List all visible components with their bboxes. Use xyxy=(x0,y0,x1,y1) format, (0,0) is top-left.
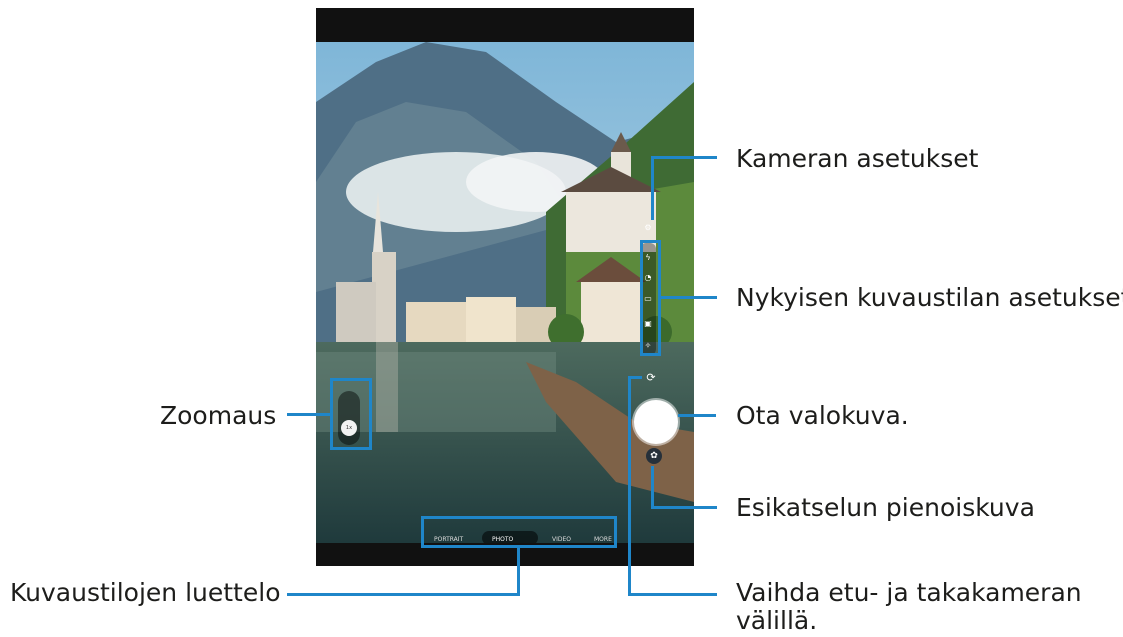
take-photo-line xyxy=(678,414,716,417)
callout-mode-list: Kuvaustilojen luettelo xyxy=(10,578,281,607)
zoom-highlight xyxy=(330,378,372,450)
preview-thumbnail-line-v xyxy=(651,466,654,508)
switch-camera-icon[interactable]: ⟳ xyxy=(644,372,658,386)
switch-camera-line-h2 xyxy=(628,593,717,596)
mode-settings-line xyxy=(661,296,717,299)
preview-thumbnail[interactable]: ✿ xyxy=(646,448,662,464)
settings-icon[interactable]: ⚙ xyxy=(642,222,654,234)
callout-zoom: Zoomaus xyxy=(160,401,277,430)
zoom-line xyxy=(287,413,330,416)
mode-list-highlight xyxy=(421,516,617,548)
callout-switch-camera-line1: Vaihda etu- ja takakameran xyxy=(736,578,1082,607)
callout-switch-camera-line2: välillä. xyxy=(736,606,818,635)
mode-list-line-h xyxy=(287,593,520,596)
callout-take-photo: Ota valokuva. xyxy=(736,401,909,430)
status-bar xyxy=(316,8,694,42)
callout-preview-thumbnail: Esikatselun pienoiskuva xyxy=(736,493,1035,522)
preview-thumbnail-line-h xyxy=(651,506,717,509)
camera-screen: 1x ⚙ ϟ ◔ ▭ ▣ ✧ ⟳ ✿ PORTRAIT PHOTO VIDEO … xyxy=(316,8,694,566)
callout-mode-settings: Nykyisen kuvaustilan asetukset xyxy=(736,283,1123,312)
camera-viewfinder xyxy=(316,42,694,543)
switch-camera-line-v xyxy=(628,376,631,595)
camera-settings-line-h xyxy=(651,156,717,159)
mode-settings-highlight xyxy=(640,240,661,356)
shutter-button[interactable] xyxy=(634,400,678,444)
callout-camera-settings: Kameran asetukset xyxy=(736,144,979,173)
mode-list-line-v xyxy=(517,548,520,595)
camera-settings-line-v xyxy=(651,156,654,220)
